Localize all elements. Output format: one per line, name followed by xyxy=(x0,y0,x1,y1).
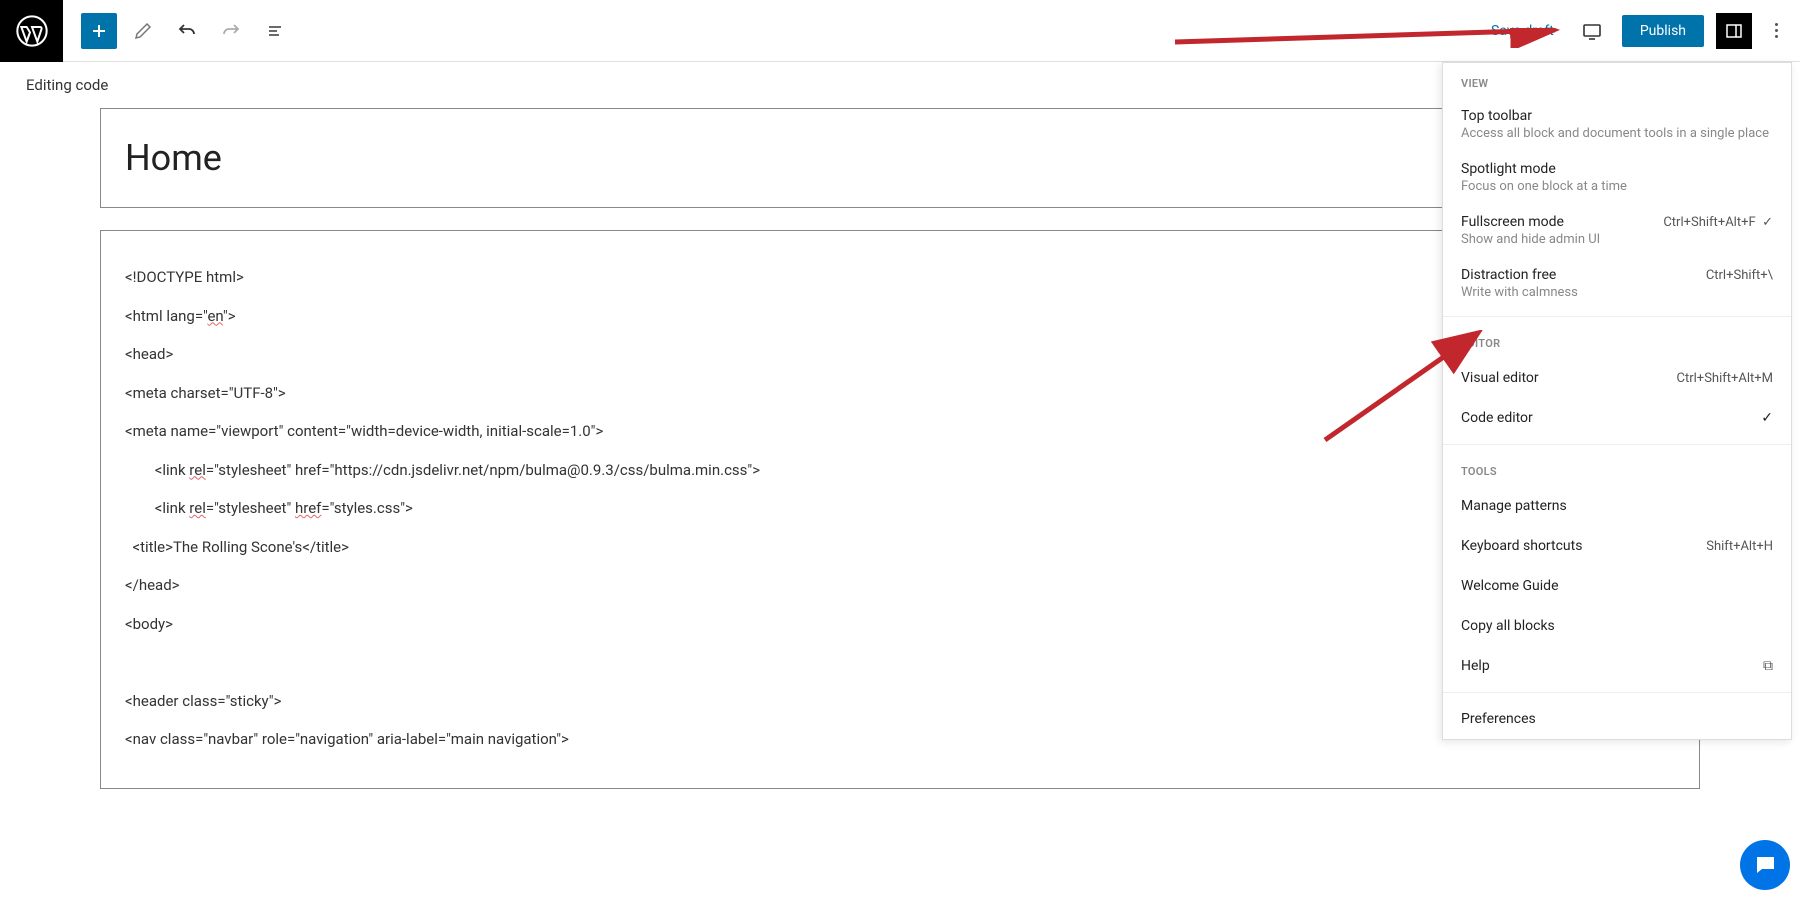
menu-item-visual-editor[interactable]: Visual editor Ctrl+Shift+Alt+M xyxy=(1443,358,1791,398)
redo-button[interactable] xyxy=(213,13,249,49)
wordpress-icon xyxy=(16,15,48,47)
menu-item-welcome-guide[interactable]: Welcome Guide xyxy=(1443,566,1791,606)
code-line: <!DOCTYPE html> xyxy=(125,268,244,286)
code-line: <html lang="en"> xyxy=(125,307,236,325)
code-line: <link rel="stylesheet" href="styles.css"… xyxy=(125,499,413,517)
edit-tool-button[interactable] xyxy=(125,13,161,49)
document-overview-button[interactable] xyxy=(257,13,293,49)
menu-item-manage-patterns[interactable]: Manage patterns xyxy=(1443,486,1791,526)
code-line: <title>The Rolling Scone's</title> xyxy=(125,538,349,556)
menu-item-distraction-free[interactable]: Distraction free Ctrl+Shift+\ Write with… xyxy=(1443,257,1791,310)
preview-button[interactable] xyxy=(1574,13,1610,49)
menu-item-top-toolbar[interactable]: Top toolbar Access all block and documen… xyxy=(1443,98,1791,151)
section-label-tools: TOOLS xyxy=(1443,451,1791,486)
code-line: <meta name="viewport" content="width=dev… xyxy=(125,422,603,440)
code-line: <header class="sticky"> xyxy=(125,692,281,710)
toolbar-left xyxy=(63,13,311,49)
menu-item-desc: Show and hide admin UI xyxy=(1461,232,1773,247)
menu-item-title: Keyboard shortcuts xyxy=(1461,538,1582,554)
menu-item-title: Spotlight mode xyxy=(1461,161,1773,177)
menu-item-keyboard-shortcuts[interactable]: Keyboard shortcuts Shift+Alt+H xyxy=(1443,526,1791,566)
menu-shortcut: Ctrl+Shift+Alt+F ✓ xyxy=(1663,215,1773,230)
menu-item-title: Visual editor xyxy=(1461,370,1539,386)
chat-icon xyxy=(1752,852,1778,878)
menu-shortcut: Ctrl+Shift+Alt+M xyxy=(1677,371,1773,386)
desktop-icon xyxy=(1581,20,1603,42)
undo-icon xyxy=(177,21,197,41)
save-draft-button[interactable]: Save draft xyxy=(1483,15,1562,47)
code-line: <link rel="stylesheet" href="https://cdn… xyxy=(125,461,760,479)
menu-item-code-editor[interactable]: Code editor ✓ xyxy=(1443,398,1791,438)
menu-item-desc: Write with calmness xyxy=(1461,285,1773,300)
undo-button[interactable] xyxy=(169,13,205,49)
section-label-editor: EDITOR xyxy=(1443,323,1791,358)
plus-icon xyxy=(89,21,109,41)
menu-item-fullscreen[interactable]: Fullscreen mode Ctrl+Shift+Alt+F ✓ Show … xyxy=(1443,204,1791,257)
external-link-icon: ⧉ xyxy=(1763,658,1773,674)
sidebar-icon xyxy=(1724,21,1744,41)
menu-item-desc: Access all block and document tools in a… xyxy=(1461,126,1773,141)
code-line: </head> xyxy=(125,576,180,594)
add-block-button[interactable] xyxy=(81,13,117,49)
code-line: <meta charset="UTF-8"> xyxy=(125,384,286,402)
menu-item-title: Code editor xyxy=(1461,410,1533,426)
redo-icon xyxy=(221,21,241,41)
publish-button[interactable]: Publish xyxy=(1622,15,1704,47)
dot-icon xyxy=(1775,29,1778,32)
menu-item-title: Distraction free xyxy=(1461,267,1556,283)
menu-item-spotlight[interactable]: Spotlight mode Focus on one block at a t… xyxy=(1443,151,1791,204)
menu-item-help[interactable]: Help ⧉ xyxy=(1443,646,1791,686)
chat-widget-button[interactable] xyxy=(1740,840,1790,890)
list-icon xyxy=(265,21,285,41)
code-line: <nav class="navbar" role="navigation" ar… xyxy=(125,730,569,748)
menu-item-title: Top toolbar xyxy=(1461,108,1773,124)
menu-item-preferences[interactable]: Preferences xyxy=(1443,699,1791,739)
check-icon: ✓ xyxy=(1761,410,1773,426)
menu-shortcut: Ctrl+Shift+\ xyxy=(1706,268,1773,283)
options-menu-button[interactable] xyxy=(1764,15,1788,46)
toolbar-right: Save draft Publish xyxy=(1483,13,1800,49)
menu-item-copy-blocks[interactable]: Copy all blocks xyxy=(1443,606,1791,646)
dot-icon xyxy=(1775,23,1778,26)
settings-sidebar-button[interactable] xyxy=(1716,13,1752,49)
menu-item-title: Fullscreen mode xyxy=(1461,214,1564,230)
wordpress-logo[interactable] xyxy=(0,0,63,62)
code-line: <head> xyxy=(125,345,173,363)
section-label-view: VIEW xyxy=(1443,63,1791,98)
menu-item-desc: Focus on one block at a time xyxy=(1461,179,1773,194)
editor-topbar: Save draft Publish xyxy=(0,0,1800,62)
code-line: <body> xyxy=(125,615,173,633)
editing-label: Editing code xyxy=(26,76,108,94)
menu-shortcut: Shift+Alt+H xyxy=(1706,539,1773,554)
dot-icon xyxy=(1775,35,1778,38)
options-dropdown-menu: VIEW Top toolbar Access all block and do… xyxy=(1442,62,1792,740)
pencil-icon xyxy=(133,21,153,41)
